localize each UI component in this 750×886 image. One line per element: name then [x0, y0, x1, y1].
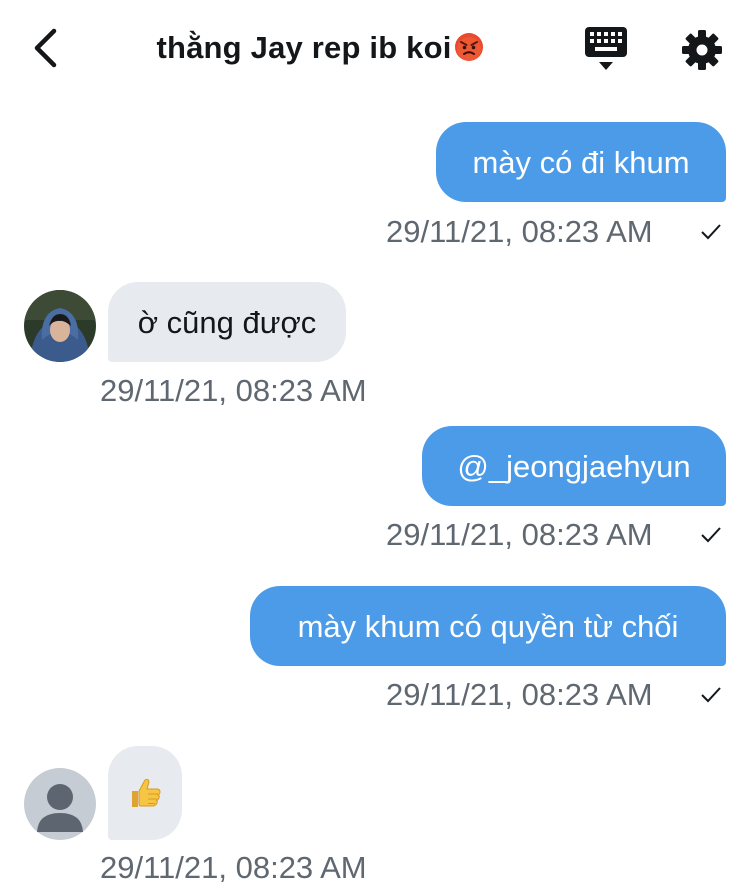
- chat-title: thằng Jay rep ib koi: [0, 30, 640, 66]
- angry-face-emoji-icon: [454, 33, 483, 61]
- avatar-photo[interactable]: [24, 290, 96, 362]
- keyboard-icon: [585, 27, 627, 70]
- message-timestamp: 29/11/21, 08:23 AM: [100, 373, 367, 408]
- seen-check-icon: [701, 687, 721, 703]
- message-timestamp: 29/11/21, 08:23 AM: [386, 214, 653, 249]
- message-bubble-outgoing[interactable]: mày khum có quyền từ chối: [250, 586, 726, 666]
- message-timestamp: 29/11/21, 08:23 AM: [386, 517, 653, 552]
- message-timestamp: 29/11/21, 08:23 AM: [386, 677, 653, 712]
- avatar-default[interactable]: [24, 768, 96, 840]
- message-timestamp: 29/11/21, 08:23 AM: [100, 850, 367, 885]
- message-text: mày có đi khum: [472, 144, 690, 180]
- message-text: ờ cũng được: [137, 304, 317, 340]
- gear-icon: [682, 30, 722, 70]
- message-bubble-incoming[interactable]: ờ cũng được: [108, 282, 346, 362]
- settings-button[interactable]: [680, 28, 724, 72]
- message-bubble-outgoing[interactable]: mày có đi khum: [436, 122, 726, 202]
- message-text: @_jeongjaehyun: [457, 448, 691, 484]
- default-user-icon: [24, 768, 96, 840]
- user-photo-icon: [24, 290, 96, 362]
- chat-title-text: thằng Jay rep ib koi: [156, 30, 452, 65]
- message-bubble-incoming[interactable]: [108, 746, 182, 840]
- keyboard-button[interactable]: [584, 26, 628, 72]
- seen-check-icon: [701, 527, 721, 543]
- chat-header: thằng Jay rep ib koi: [0, 0, 750, 100]
- thumbs-up-emoji-icon: [132, 778, 161, 807]
- message-bubble-outgoing[interactable]: @_jeongjaehyun: [422, 426, 726, 506]
- message-text: mày khum có quyền từ chối: [297, 608, 679, 644]
- chat-screen: thằng Jay rep ib koi mày có đi khum 29/1…: [0, 0, 750, 886]
- seen-check-icon: [701, 224, 721, 240]
